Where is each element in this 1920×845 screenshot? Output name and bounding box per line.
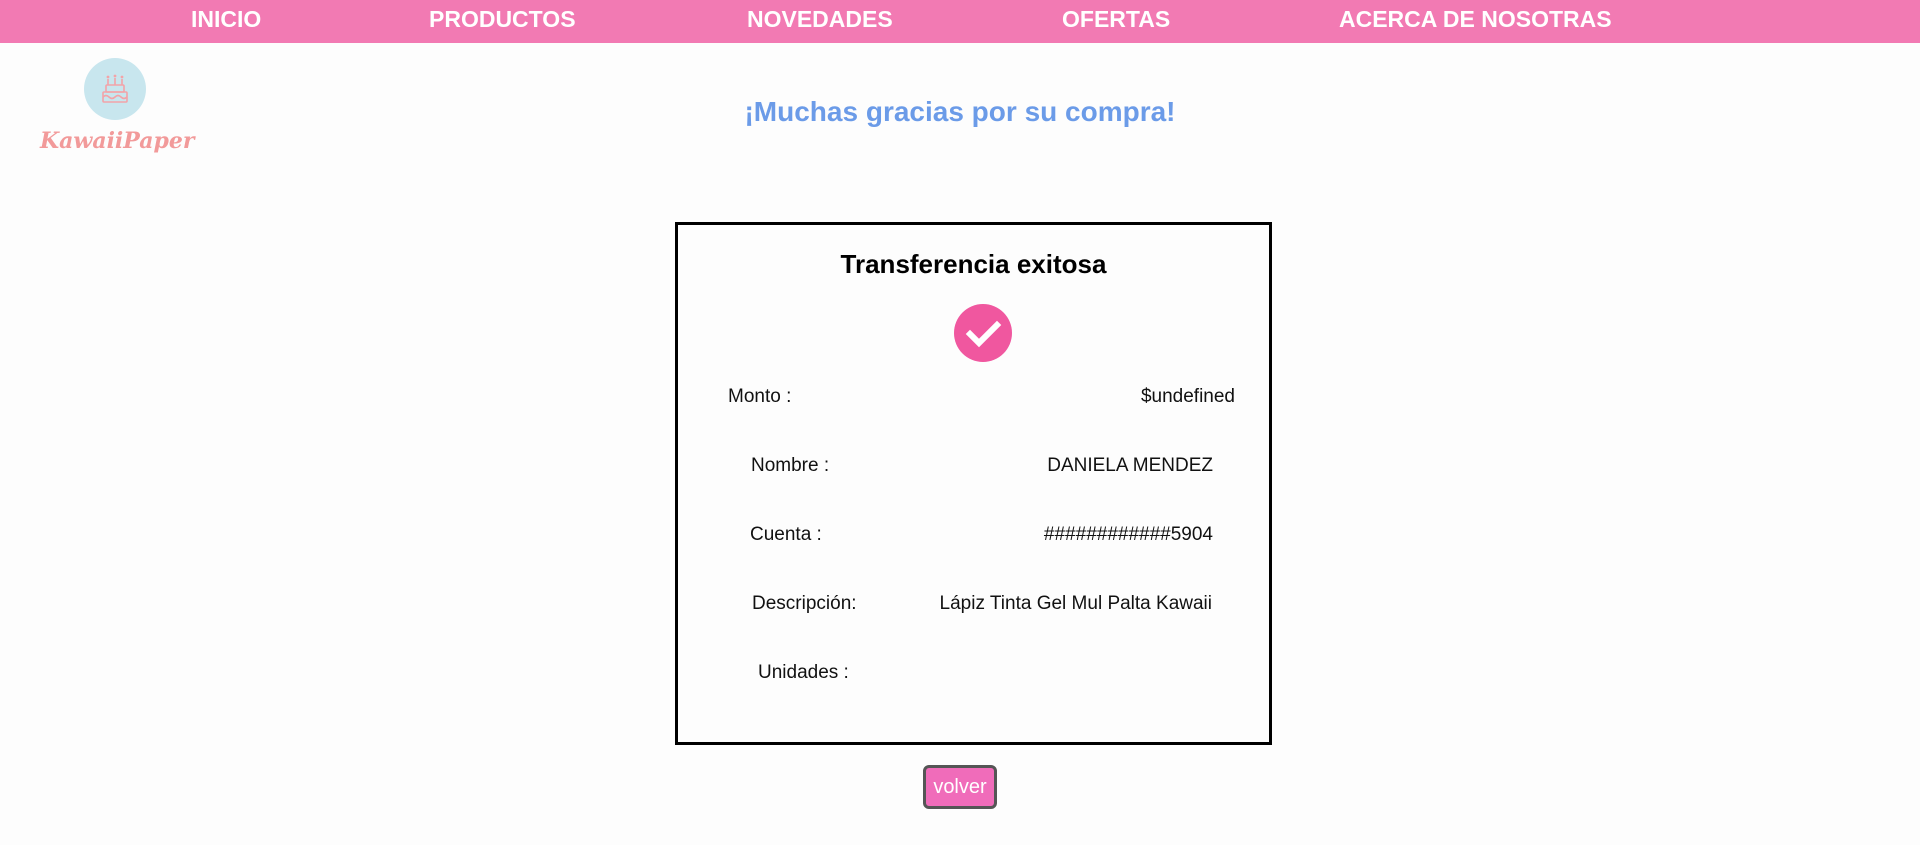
nombre-label: Nombre : [751, 455, 830, 476]
logo-text: KawaiiPaper [40, 128, 195, 154]
back-button[interactable]: volver [923, 765, 997, 809]
monto-label: Monto : [728, 386, 792, 407]
top-navigation-bar: INICIO PRODUCTOS NOVEDADES OFERTAS ACERC… [0, 0, 1920, 43]
nombre-value: DANIELA MENDEZ [1047, 455, 1213, 476]
cuenta-value: ############5904 [1043, 524, 1213, 545]
descripcion-value: Lápiz Tinta Gel Mul Palta Kawaii [939, 593, 1212, 614]
nav-item-acerca-de-nosotras[interactable]: ACERCA DE NOSOTRAS [1339, 0, 1612, 38]
cuenta-label: Cuenta : [750, 524, 822, 545]
nav-item-novedades[interactable]: NOVEDADES [747, 0, 893, 38]
nav-item-productos[interactable]: PRODUCTOS [429, 0, 576, 38]
monto-value: $undefined [1140, 386, 1235, 407]
receipt-card: Transferencia exitosa Monto : $undefined… [675, 222, 1272, 745]
unidades-label: Unidades : [758, 662, 849, 683]
descripcion-label: Descripción: [752, 593, 857, 614]
receipt-title: Transferencia exitosa [840, 249, 1107, 279]
page-title: ¡Muchas gracias por su compra! [744, 96, 1176, 127]
check-circle-icon [954, 304, 1012, 362]
nav-item-inicio[interactable]: INICIO [191, 0, 261, 38]
nav-item-ofertas[interactable]: OFERTAS [1062, 0, 1170, 38]
